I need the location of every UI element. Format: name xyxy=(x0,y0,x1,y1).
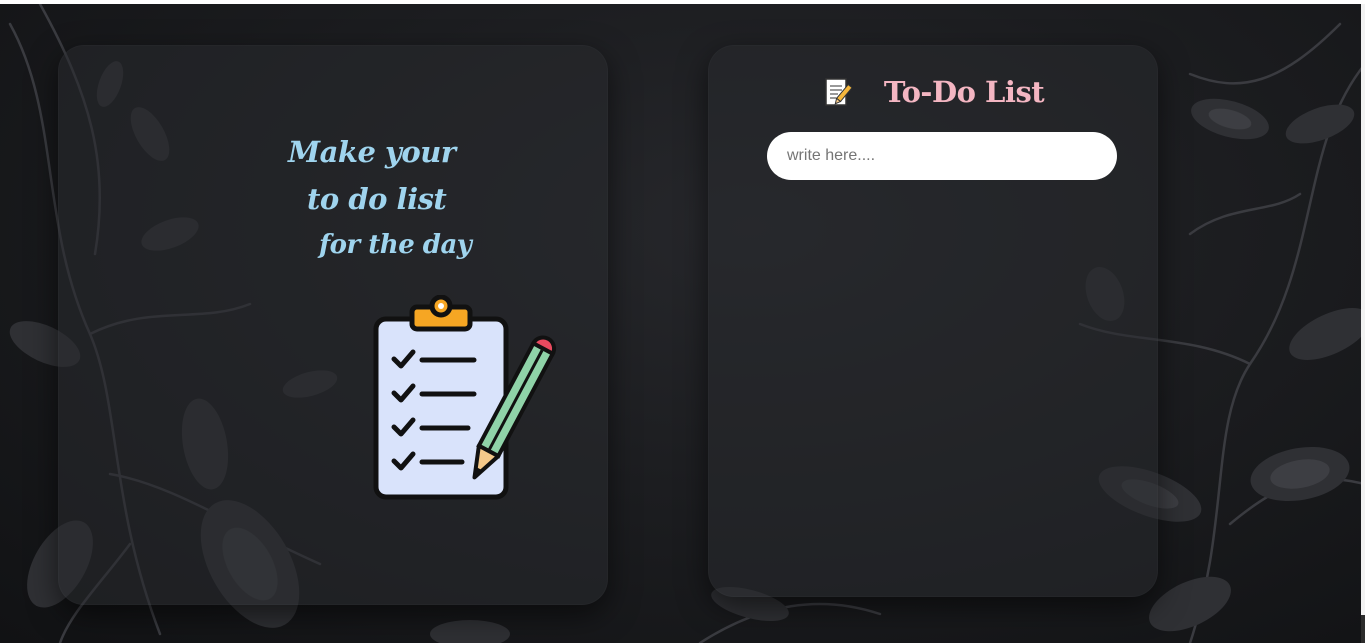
todo-header: To-Do List xyxy=(708,75,1158,109)
tagline-line-1: Make your xyxy=(288,135,456,169)
page-background: Make your to do list for the day To-Do L… xyxy=(0,4,1365,643)
task-input[interactable] xyxy=(767,132,1117,180)
scrollbar-thumb[interactable] xyxy=(1361,615,1365,643)
clipboard-checklist-icon xyxy=(373,295,557,500)
tagline-line-2: to do list xyxy=(307,182,447,216)
tagline-line-3: for the day xyxy=(319,230,472,260)
memo-icon xyxy=(825,78,852,106)
app-title: To-Do List xyxy=(883,75,1045,109)
todo-card: To-Do List xyxy=(708,45,1158,597)
scrollbar[interactable] xyxy=(1361,4,1365,643)
intro-card: Make your to do list for the day xyxy=(58,45,608,605)
